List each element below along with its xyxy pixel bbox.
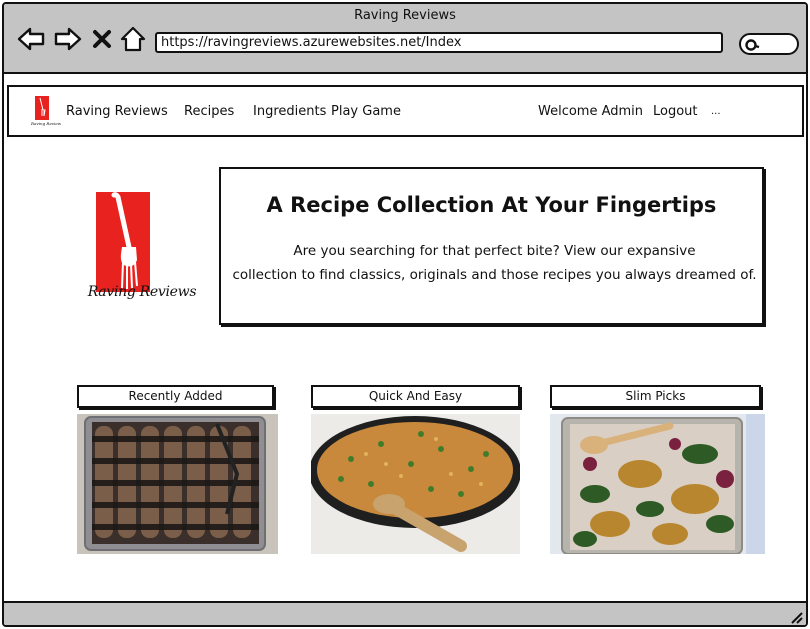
browser-toolbar: Raving Reviews https://ravingreviews.azu… [4, 4, 806, 74]
brand-logo[interactable]: Raving Reviews [31, 96, 61, 129]
hero-line-1: Are you searching for that perfect bite?… [293, 243, 696, 259]
logo-tiny-text: Raving Reviews [31, 121, 61, 126]
card-image-quick-and-easy[interactable] [311, 414, 520, 554]
site-navbar: Raving Reviews Raving Reviews Recipes In… [7, 85, 804, 137]
nav-brand-link[interactable]: Raving Reviews [66, 104, 168, 119]
resize-grip-icon[interactable] [788, 609, 804, 625]
card-image-recently-added[interactable] [77, 414, 278, 554]
browser-search-box[interactable] [739, 33, 799, 55]
fork-icon [39, 97, 46, 117]
nav-link-recipes[interactable]: Recipes [184, 104, 234, 119]
browser-window: Raving Reviews https://ravingreviews.azu… [2, 2, 808, 627]
logo-script-text: Raving Reviews [87, 284, 197, 300]
card-label-recently-added[interactable]: Recently Added [77, 385, 274, 408]
card-label-slim-picks[interactable]: Slim Picks [550, 385, 761, 408]
close-icon[interactable] [90, 25, 114, 53]
forward-arrow-icon[interactable] [53, 25, 83, 53]
hero-panel: A Recipe Collection At Your Fingertips A… [219, 167, 764, 325]
hero-title: A Recipe Collection At Your Fingertips [266, 193, 717, 217]
hero-description: Are you searching for that perfect bite?… [231, 239, 758, 287]
card-image-slim-picks[interactable] [550, 414, 765, 554]
window-title: Raving Reviews [354, 8, 456, 23]
hero-logo: Raving Reviews [87, 192, 197, 317]
hero-line-2: collection to find classics, originals a… [232, 267, 757, 283]
logout-link[interactable]: Logout [653, 104, 698, 119]
address-bar[interactable]: https://ravingreviews.azurewebsites.net/… [155, 32, 723, 53]
fork-icon [111, 192, 138, 289]
back-arrow-icon[interactable] [16, 25, 46, 53]
card-label-quick-and-easy[interactable]: Quick And Easy [311, 385, 520, 408]
home-icon[interactable] [119, 25, 147, 53]
nav-link-ingredients[interactable]: Ingredients [253, 104, 326, 119]
search-icon [744, 37, 760, 51]
status-bar [4, 601, 806, 625]
nav-link-play-game[interactable]: Play Game [331, 104, 401, 119]
welcome-user: Welcome Admin [538, 104, 644, 119]
more-menu[interactable]: ... [711, 106, 721, 117]
